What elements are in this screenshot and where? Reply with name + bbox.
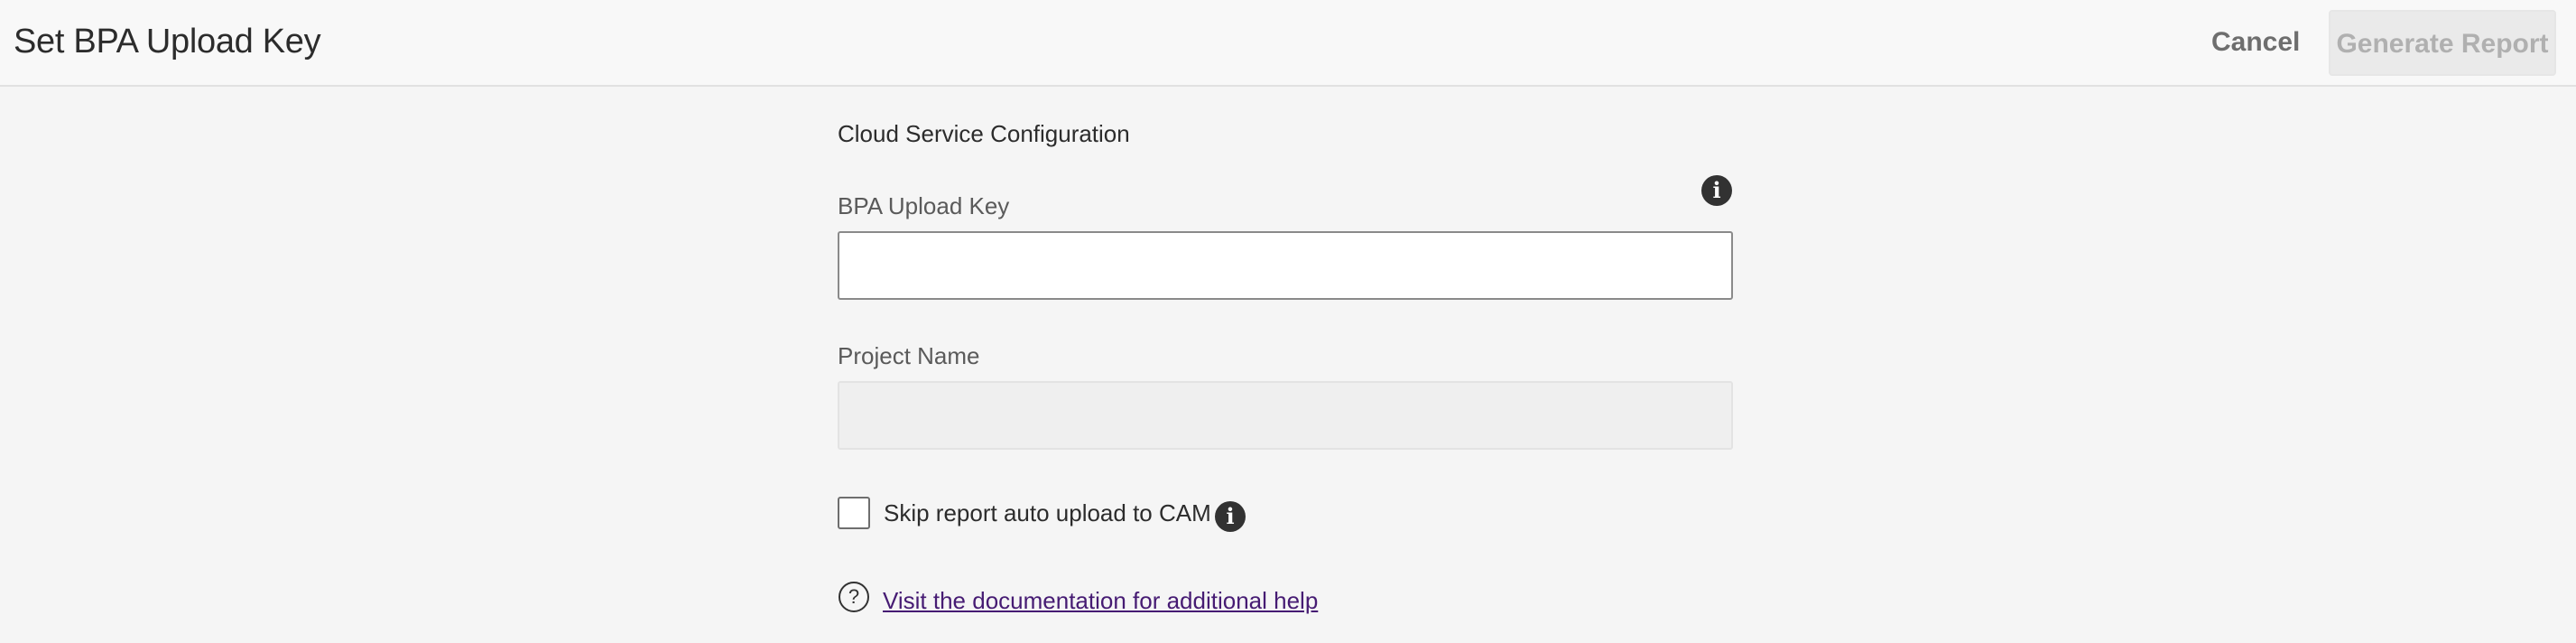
generate-report-button[interactable]: Generate Report	[2329, 10, 2556, 76]
upload-key-input[interactable]	[838, 231, 1733, 300]
form-container: Cloud Service Configuration i BPA Upload…	[838, 87, 1733, 643]
documentation-link[interactable]: Visit the documentation for additional h…	[883, 586, 1318, 615]
cancel-button[interactable]: Cancel	[2193, 20, 2318, 65]
project-name-input	[838, 381, 1733, 450]
dialog-header: Set BPA Upload Key Cancel Generate Repor…	[0, 0, 2576, 87]
section-title: Cloud Service Configuration	[838, 120, 1130, 147]
question-circle-icon: ?	[839, 582, 869, 612]
page-title: Set BPA Upload Key	[14, 23, 321, 61]
project-name-label: Project Name	[838, 342, 980, 369]
skip-upload-label[interactable]: Skip report auto upload to CAM	[884, 499, 1211, 527]
skip-upload-checkbox[interactable]	[838, 497, 870, 529]
info-icon[interactable]: i	[1215, 501, 1246, 532]
upload-key-label: BPA Upload Key	[838, 192, 1010, 219]
info-icon[interactable]: i	[1701, 175, 1732, 206]
